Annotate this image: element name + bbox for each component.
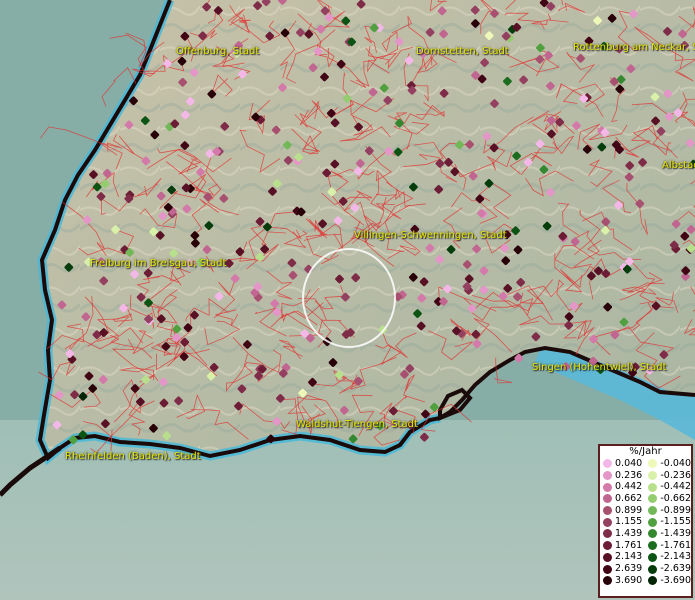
legend-swatch: [603, 552, 612, 562]
legend-negative-column: -0.040 -0.236 -0.442 -0.662 -0.899 -1.155 -1.4…: [645, 458, 691, 587]
city-label-waldshut: Waldshut-Tiengen, Stadt: [296, 419, 418, 430]
legend-positive-row: 0.442: [600, 481, 645, 493]
legend-value: 0.662: [615, 492, 643, 504]
legend-swatch: [648, 541, 658, 551]
legend: %/Jahr 0.040 0.236 0.442 0.662 0.899 1.155 1.4…: [598, 444, 693, 598]
legend-value: -0.236: [660, 469, 691, 481]
legend-swatch: [603, 541, 612, 551]
city-label-dornstetten: Dornstetten, Stadt: [416, 46, 509, 57]
legend-value: -1.439: [660, 527, 691, 539]
legend-value: -2.639: [660, 563, 691, 575]
legend-positive-row: 1.155: [600, 516, 645, 528]
legend-positive-row: 0.236: [600, 470, 645, 482]
legend-negative-row: -0.040: [645, 458, 691, 470]
legend-value: 0.899: [615, 504, 643, 516]
legend-negative-row: -0.899: [645, 505, 691, 517]
legend-negative-row: -0.236: [645, 470, 691, 482]
legend-swatch: [648, 459, 658, 469]
legend-negative-row: -0.662: [645, 493, 691, 505]
legend-swatch: [648, 506, 658, 516]
legend-swatch: [648, 471, 658, 481]
legend-value: -0.899: [660, 504, 691, 516]
legend-negative-row: -1.439: [645, 528, 691, 540]
legend-value: 0.442: [615, 481, 643, 493]
legend-swatch: [603, 564, 612, 574]
legend-swatch: [603, 482, 612, 492]
legend-negative-row: -3.690: [645, 575, 691, 587]
legend-negative-row: -1.761: [645, 540, 691, 552]
legend-swatch: [648, 494, 658, 504]
legend-title: %/Jahr: [629, 446, 662, 457]
legend-swatch: [648, 576, 658, 586]
legend-positive-row: 1.761: [600, 540, 645, 552]
legend-positive-row: 2.143: [600, 552, 645, 564]
legend-positive-row: 2.639: [600, 563, 645, 575]
legend-swatch: [603, 529, 612, 539]
legend-swatch: [648, 482, 658, 492]
legend-value: 0.236: [615, 469, 643, 481]
legend-value: 1.761: [615, 539, 643, 551]
legend-negative-row: -0.442: [645, 481, 691, 493]
legend-swatch: [603, 471, 612, 481]
legend-negative-row: -2.639: [645, 563, 691, 575]
legend-swatch: [603, 517, 612, 527]
city-label-rheinfelden: Rheinfelden (Baden), Stadt: [65, 451, 201, 462]
legend-value: 2.639: [615, 563, 643, 575]
city-label-villingen: Villingen-Schwenningen, Stadt: [354, 230, 507, 241]
legend-value: -1.155: [660, 516, 691, 528]
legend-swatch: [648, 517, 658, 527]
legend-value: -0.040: [660, 457, 691, 469]
legend-value: -2.143: [660, 551, 691, 563]
legend-positive-row: 0.040: [600, 458, 645, 470]
legend-swatch: [648, 552, 658, 562]
legend-swatch: [648, 529, 658, 539]
city-label-freiburg: Freiburg im Breisgau, Stadt: [90, 258, 227, 269]
legend-value: -0.662: [660, 492, 691, 504]
legend-positive-row: 0.662: [600, 493, 645, 505]
legend-value: -1.761: [660, 539, 691, 551]
legend-positive-column: 0.040 0.236 0.442 0.662 0.899 1.155 1.439 1.761…: [600, 458, 645, 587]
city-label-rottenburg: Rottenburg am Neckar, S: [573, 42, 695, 53]
legend-value: 1.439: [615, 527, 643, 539]
legend-swatch: [603, 506, 612, 516]
selection-circle[interactable]: [302, 248, 396, 348]
legend-swatch: [603, 576, 612, 586]
legend-value: 1.155: [615, 516, 643, 528]
legend-swatch: [603, 459, 612, 469]
legend-negative-row: -2.143: [645, 552, 691, 564]
legend-value: 3.690: [615, 574, 643, 586]
legend-swatch: [648, 564, 658, 574]
city-label-albstadt: Albstad: [662, 160, 695, 171]
legend-value: 0.040: [615, 457, 643, 469]
legend-swatch: [603, 494, 612, 504]
legend-value: -0.442: [660, 481, 691, 493]
legend-positive-row: 1.439: [600, 528, 645, 540]
legend-value: -3.690: [660, 574, 691, 586]
legend-positive-row: 0.899: [600, 505, 645, 517]
legend-positive-row: 3.690: [600, 575, 645, 587]
legend-value: 2.143: [615, 551, 643, 563]
legend-negative-row: -1.155: [645, 516, 691, 528]
city-label-singen: Singen (Hohentwiel), Stadt: [532, 362, 667, 373]
city-label-offenburg: Offenburg, Stadt: [176, 46, 260, 57]
